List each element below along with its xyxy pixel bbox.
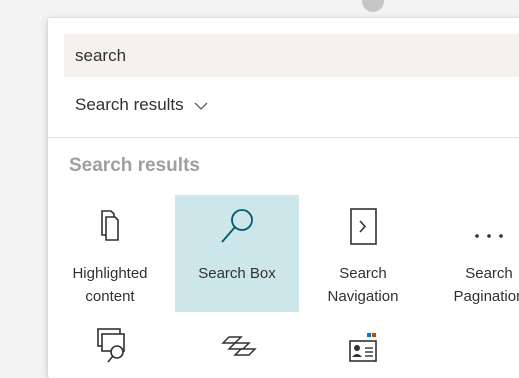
tile-search-box[interactable]: Search Box xyxy=(175,195,299,312)
divider xyxy=(48,137,519,138)
chevron-down-icon xyxy=(194,98,208,112)
tile-search-navigation[interactable]: Search Navigation xyxy=(301,195,425,312)
webpart-picker-panel: Search results Search results Highlighte… xyxy=(48,18,519,378)
tile-label-line1: Search Box xyxy=(198,265,276,282)
category-filter-dropdown[interactable]: Search results xyxy=(75,93,208,117)
tile-label-line1: Search xyxy=(465,265,513,282)
tile-highlighted-content[interactable]: Highlighted content xyxy=(48,195,172,312)
tile-search-verticals[interactable] xyxy=(175,318,299,378)
tile-label-line1: Highlighted xyxy=(72,265,148,282)
search-navigation-icon xyxy=(301,207,425,245)
tile-search-results[interactable] xyxy=(48,318,172,378)
section-title: Search results xyxy=(69,155,200,176)
contact-card-icon xyxy=(301,325,425,363)
search-verticals-icon xyxy=(175,325,299,363)
highlighted-content-icon xyxy=(48,207,172,245)
search-box-icon xyxy=(175,207,299,245)
search-input[interactable] xyxy=(64,34,519,77)
tile-label-line2: Navigation xyxy=(327,288,399,305)
tile-label-line2: content xyxy=(85,288,135,305)
tile-search-pagination[interactable]: Search Pagination xyxy=(427,195,519,312)
callout-beak-anchor xyxy=(362,0,384,12)
tile-label-line1: Search xyxy=(339,265,387,282)
search-pagination-icon xyxy=(427,207,519,245)
tile-label-line2: Pagination xyxy=(453,288,519,305)
search-results-icon xyxy=(48,325,172,363)
tile-search-people[interactable] xyxy=(301,318,425,378)
category-filter-label: Search results xyxy=(75,95,184,114)
